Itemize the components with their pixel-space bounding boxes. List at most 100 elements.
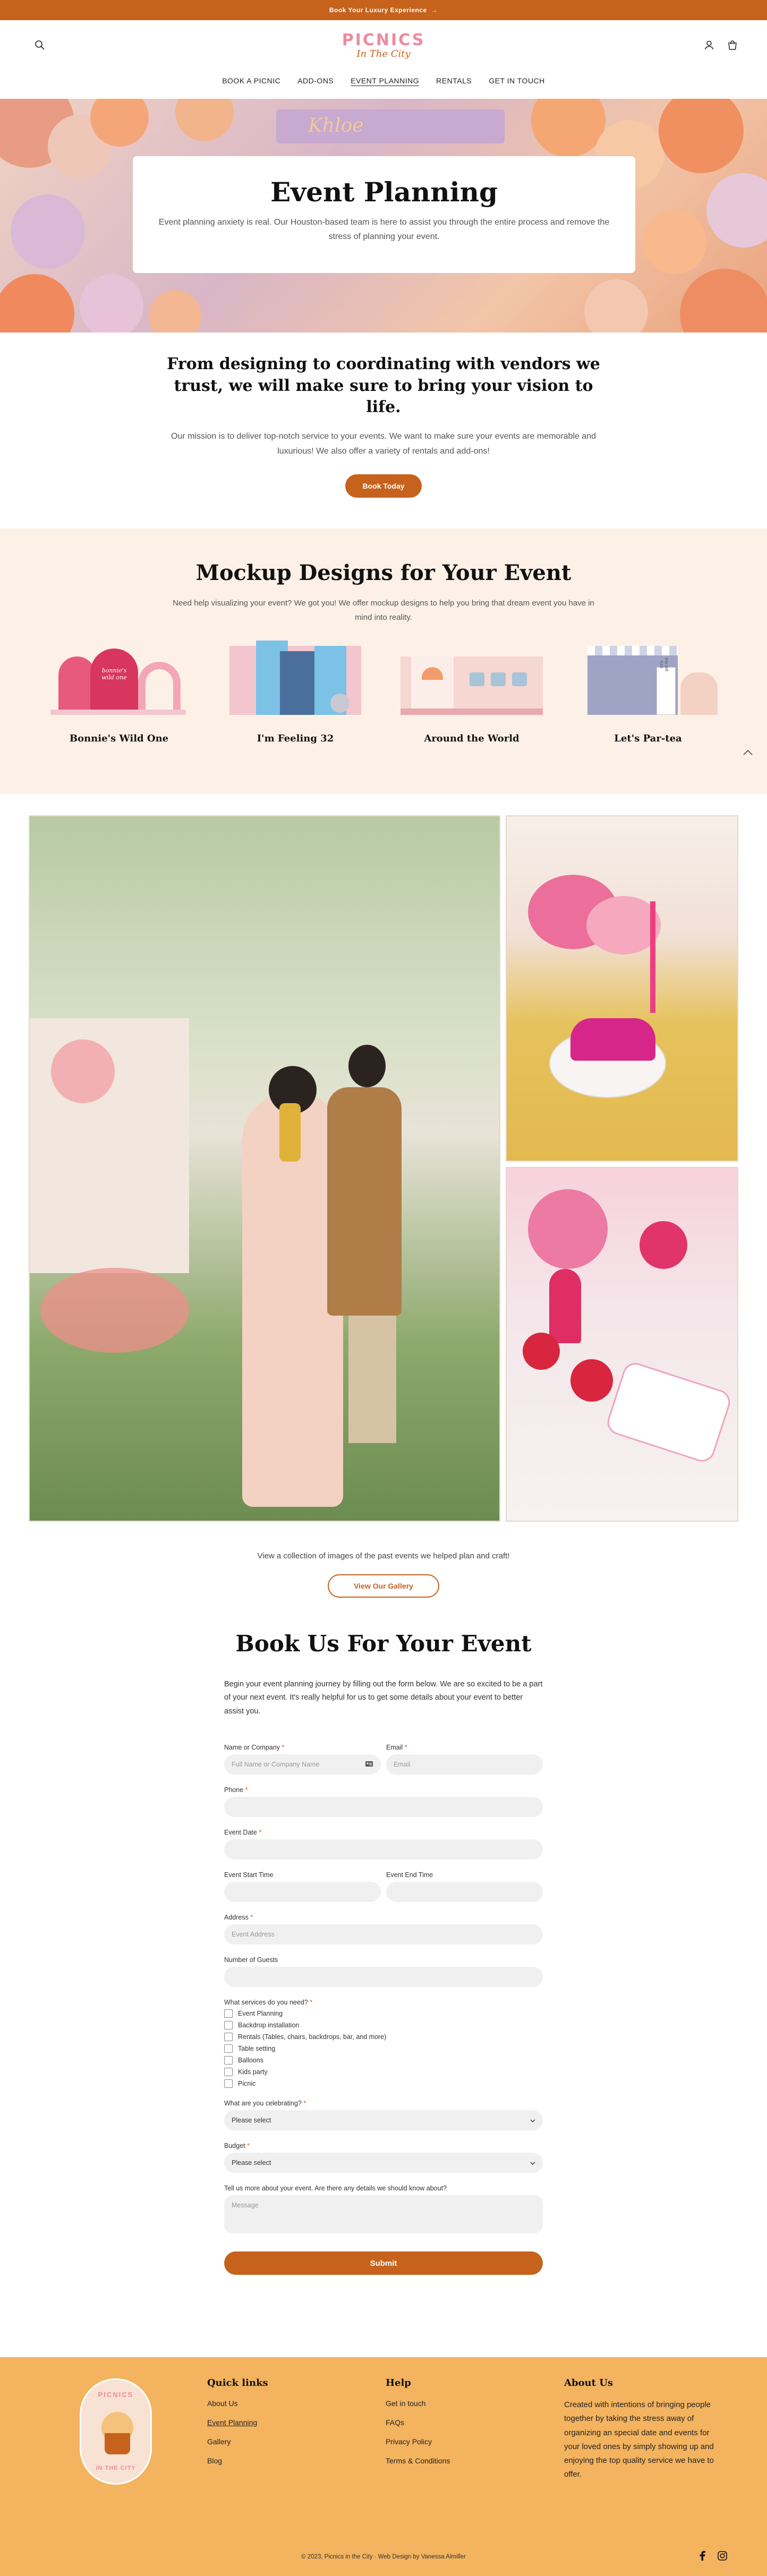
celebrating-label: What are you celebrating? *: [224, 2100, 306, 2108]
gallery-caption: View a collection of images of the past …: [257, 1551, 510, 1561]
mockup-card[interactable]: let's par-tea Let's Par-tea: [577, 641, 719, 744]
page-title: Event Planning: [270, 176, 498, 208]
balloon-decor: [175, 99, 234, 141]
quick-links-title: Quick links: [207, 2377, 268, 2389]
about-title: About Us: [564, 2377, 613, 2389]
footer-about: About Us Created with intentions of brin…: [564, 2377, 723, 2482]
help-title: Help: [386, 2377, 411, 2389]
book-today-button[interactable]: Book Today: [345, 474, 422, 498]
start-time-label: Event Start Time: [224, 1871, 274, 1879]
mockups-section: Mockup Designs for Your Event Need help …: [0, 528, 767, 795]
footer-link-get-in-touch[interactable]: Get in touch: [386, 2399, 450, 2408]
guests-label: Number of Guests: [224, 1956, 278, 1964]
nav-event-planning[interactable]: EVENT PLANNING: [347, 74, 422, 87]
balloon-decor: [531, 99, 606, 157]
email-input[interactable]: Email: [386, 1754, 543, 1775]
service-checkbox[interactable]: Event Planning: [224, 2009, 543, 2018]
mockup-image: [224, 641, 367, 715]
mockup-caption: Let's Par-tea: [614, 733, 682, 745]
booking-title: Book Us For Your Event: [235, 1631, 532, 1657]
site-header: PICNICS In The City: [0, 20, 767, 71]
account-icon[interactable]: [702, 38, 716, 52]
start-time-input[interactable]: [224, 1882, 381, 1903]
footer-link-blog[interactable]: Blog: [207, 2456, 268, 2465]
balloon-decor: [149, 290, 202, 332]
footer-link-event-planning[interactable]: Event Planning: [207, 2418, 268, 2427]
name-input[interactable]: Full Name or Company Name: [224, 1754, 381, 1775]
site-logo[interactable]: PICNICS In The City: [342, 32, 425, 59]
footer-link-faqs[interactable]: FAQs: [386, 2418, 450, 2427]
site-footer: PICNICS IN THE CITY Quick links About Us…: [0, 2357, 767, 2576]
service-checkbox[interactable]: Table setting: [224, 2044, 543, 2053]
services-label: What services do you need? *: [224, 1999, 313, 2007]
name-label: Name or Company *: [224, 1744, 285, 1752]
message-textarea[interactable]: Message: [224, 2195, 543, 2234]
banner-text: Khloe: [308, 115, 364, 137]
search-icon[interactable]: [33, 38, 47, 52]
message-label: Tell us more about your event. Are there…: [224, 2185, 447, 2193]
phone-label: Phone *: [224, 1786, 248, 1794]
footer-badge-logo[interactable]: PICNICS IN THE CITY: [80, 2378, 152, 2485]
footer-help-links: Help Get in touch FAQs Privacy Policy Te…: [386, 2377, 450, 2465]
gallery-photo-table-pink[interactable]: [506, 815, 738, 1162]
instagram-icon[interactable]: [717, 2551, 728, 2561]
contact-card-icon: [365, 1761, 373, 1769]
gallery-photo-couple[interactable]: [29, 815, 500, 1522]
mockups-title: Mockup Designs for Your Event: [195, 560, 572, 586]
announcement-text[interactable]: Book Your Luxury Experience: [329, 6, 427, 14]
about-text: Created with intentions of bringing peop…: [564, 2400, 714, 2479]
service-checkbox[interactable]: Backdrop installation: [224, 2021, 543, 2030]
service-checkbox[interactable]: Rentals (Tables, chairs, backdrops, bar,…: [224, 2033, 543, 2042]
service-checkbox[interactable]: Balloons: [224, 2056, 543, 2065]
view-gallery-button[interactable]: View Our Gallery: [328, 1574, 439, 1598]
nav-get-in-touch[interactable]: GET IN TOUCH: [485, 74, 548, 87]
mockup-image: [400, 641, 543, 715]
main-nav: BOOK A PICNIC ADD-ONS EVENT PLANNING REN…: [0, 71, 767, 99]
chevron-down-icon: [530, 2117, 535, 2124]
booking-section: Book Us For Your Event Begin your event …: [0, 1631, 767, 2275]
balloon-decor: [706, 173, 767, 248]
footer-link-about[interactable]: About Us: [207, 2399, 268, 2408]
gallery-footer: View a collection of images of the past …: [0, 1527, 767, 1598]
booking-intro: Begin your event planning journey by fil…: [224, 1680, 543, 1716]
announcement-bar[interactable]: Book Your Luxury Experience →: [0, 0, 767, 20]
cart-icon[interactable]: [726, 38, 739, 52]
budget-label: Budget *: [224, 2142, 250, 2150]
mockup-card[interactable]: bonnie's wild one Bonnie's Wild One: [48, 641, 190, 744]
mockups-text: Need help visualizing your event? We got…: [173, 599, 594, 622]
celebrating-select[interactable]: Please select: [224, 2110, 543, 2131]
balloon-decor: [680, 269, 767, 332]
footer-link-privacy[interactable]: Privacy Policy: [386, 2437, 450, 2446]
balloon-decor: [11, 194, 85, 269]
facebook-icon[interactable]: [697, 2551, 708, 2561]
gallery-photo-table-red[interactable]: [506, 1167, 738, 1522]
phone-input[interactable]: [224, 1797, 543, 1818]
footer-link-gallery[interactable]: Gallery: [207, 2437, 268, 2446]
event-date-input[interactable]: [224, 1839, 543, 1860]
logo-line1: PICNICS: [342, 31, 425, 49]
nav-book-a-picnic[interactable]: BOOK A PICNIC: [219, 74, 284, 87]
chevron-up-icon[interactable]: [742, 746, 754, 759]
balloon-decor: [643, 210, 706, 274]
service-checkbox[interactable]: Picnic: [224, 2079, 543, 2088]
hero-banner: Khloe Event Planning Event planning anxi…: [0, 99, 767, 332]
mission-text: Our mission is to deliver top-notch serv…: [171, 431, 596, 456]
mockup-card[interactable]: I'm Feeling 32: [224, 641, 367, 744]
logo-line2: In The City: [356, 48, 411, 59]
service-checkbox[interactable]: Kids party: [224, 2068, 543, 2077]
address-input[interactable]: Event Address: [224, 1924, 543, 1945]
mission-heading: From designing to coordinating with vend…: [167, 355, 600, 416]
guests-input[interactable]: [224, 1967, 543, 1988]
footer-quick-links: Quick links About Us Event Planning Gall…: [207, 2377, 268, 2465]
end-time-input[interactable]: [386, 1882, 543, 1903]
arrow-right-icon: →: [431, 6, 438, 14]
footer-link-terms[interactable]: Terms & Conditions: [386, 2456, 450, 2465]
mockup-card[interactable]: Around the World: [400, 641, 543, 744]
nav-rentals[interactable]: RENTALS: [433, 74, 475, 87]
mission-section: From designing to coordinating with vend…: [0, 332, 767, 528]
booking-form: Name or Company * Full Name or Company N…: [224, 1744, 543, 2275]
gallery-section: View a collection of images of the past …: [0, 794, 767, 1598]
nav-add-ons[interactable]: ADD-ONS: [294, 74, 337, 87]
budget-select[interactable]: Please select: [224, 2153, 543, 2173]
submit-button[interactable]: Submit: [224, 2251, 543, 2275]
